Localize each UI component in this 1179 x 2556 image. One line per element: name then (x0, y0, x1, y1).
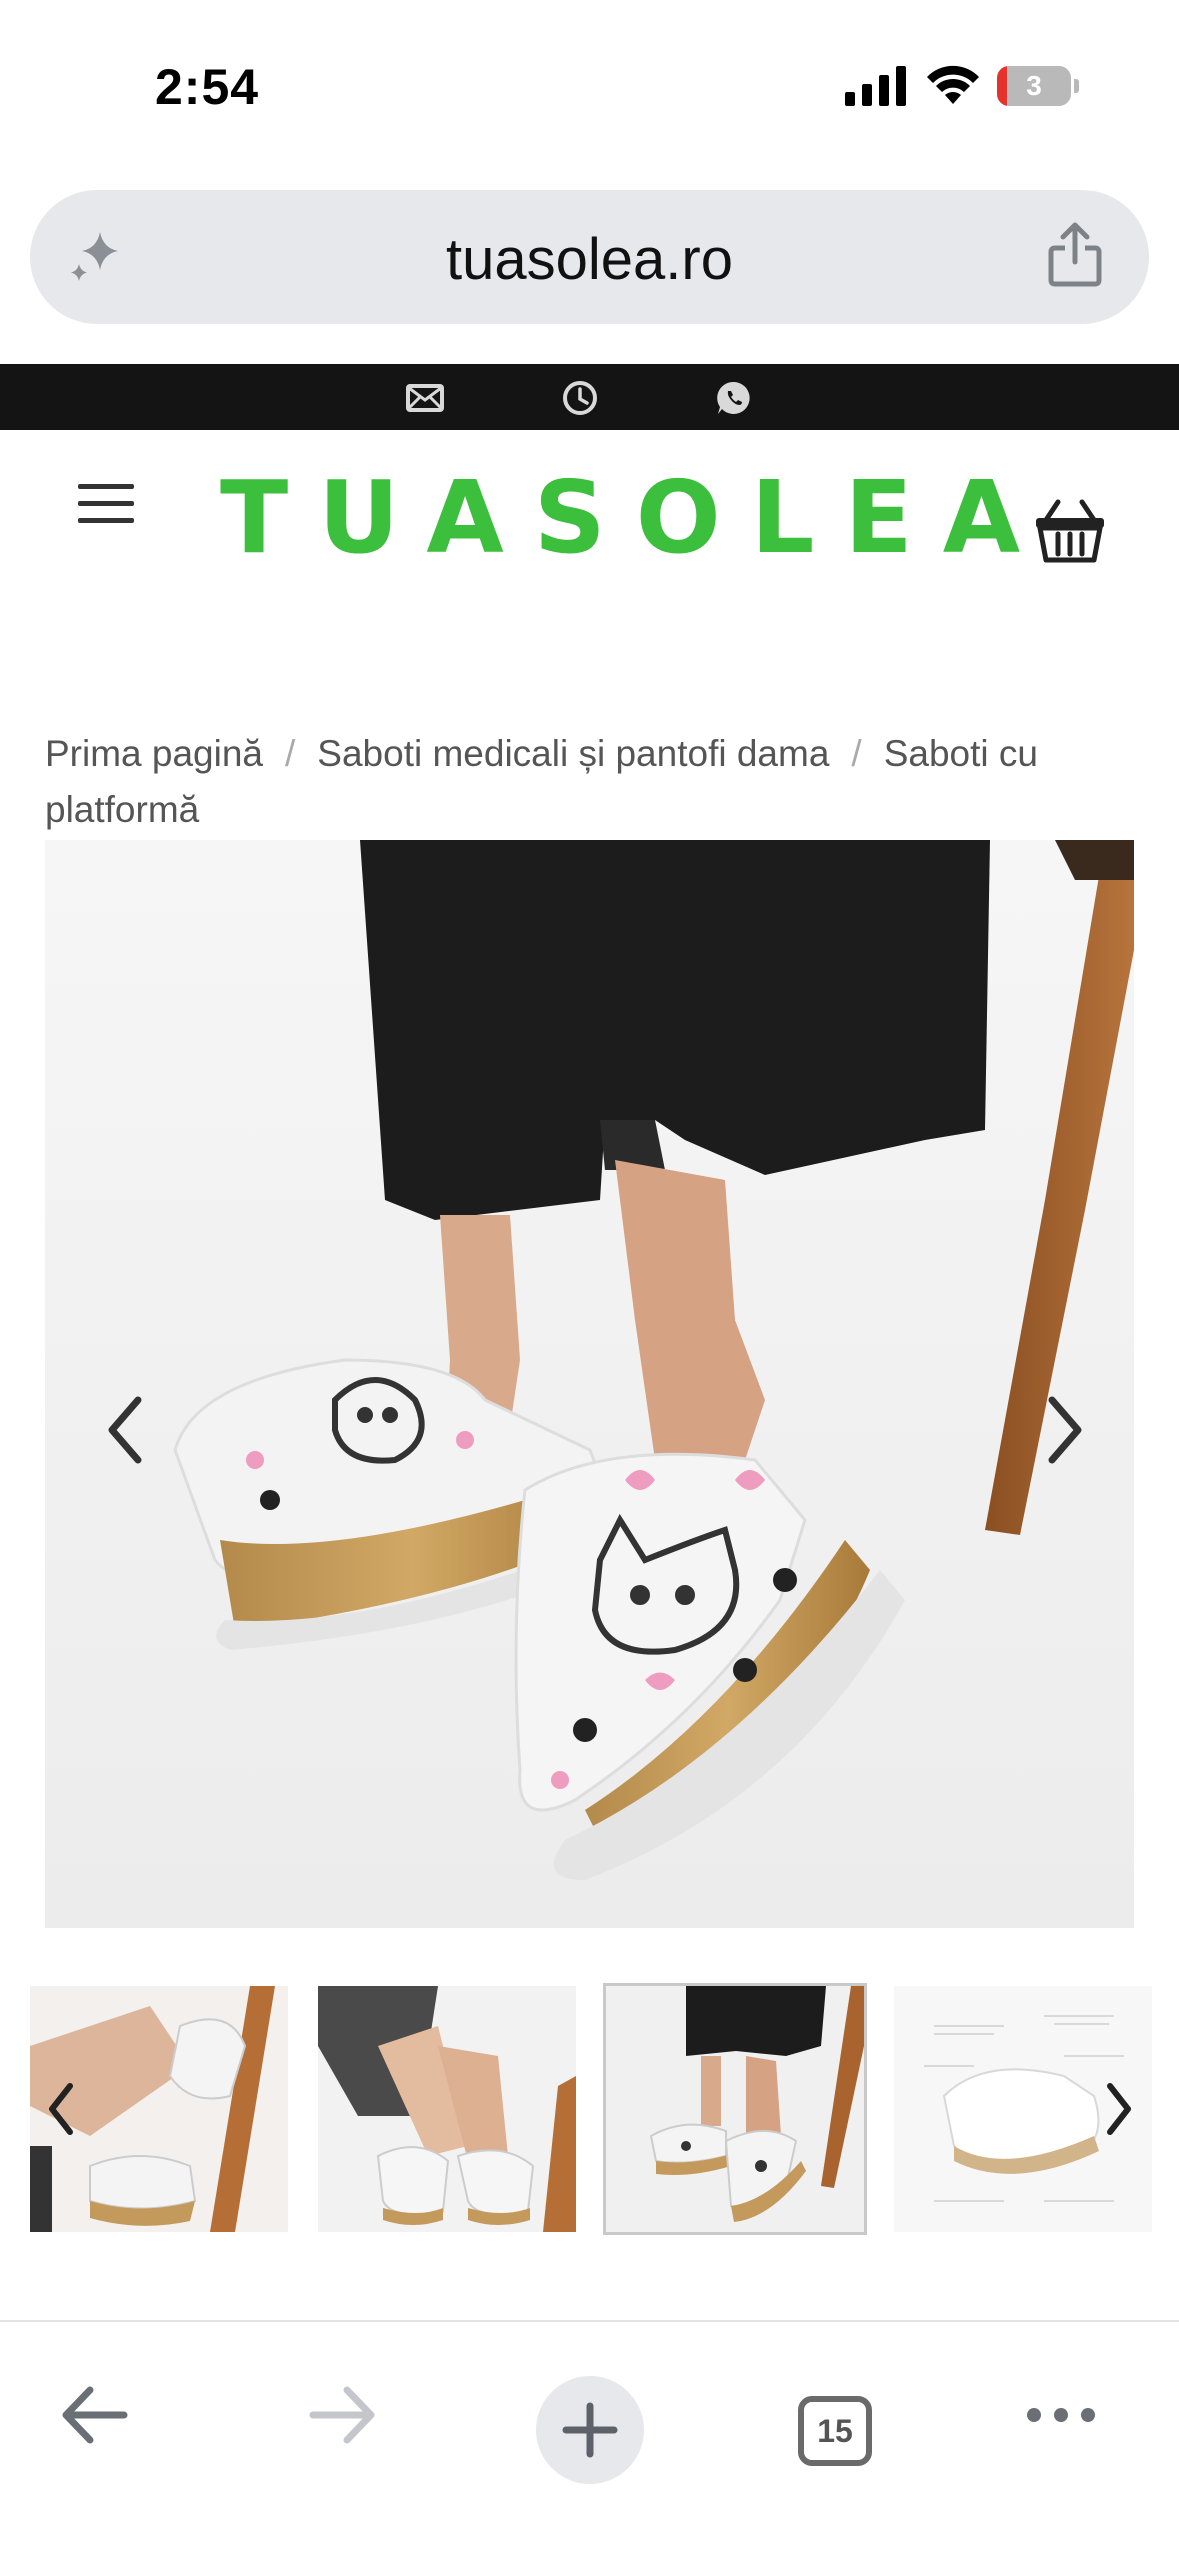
chevron-left-icon[interactable] (36, 2074, 86, 2144)
chevron-left-icon[interactable] (90, 1385, 160, 1475)
battery-level: 3 (1026, 70, 1042, 101)
product-photo (45, 840, 1134, 1928)
browser-toolbar: 15 (0, 2320, 1179, 2556)
thumbnail-strip (30, 1983, 1152, 2235)
more-icon[interactable] (1024, 2380, 1098, 2450)
thumbnail-2[interactable] (318, 1986, 576, 2232)
envelope-icon[interactable] (406, 380, 444, 416)
thumbnail-3[interactable] (603, 1983, 867, 2235)
clock-icon[interactable] (561, 380, 599, 416)
cellular-signal-icon (845, 66, 906, 106)
battery-icon: 3 (997, 66, 1079, 106)
back-arrow-icon[interactable] (58, 2380, 132, 2450)
breadcrumb-item-category[interactable]: Saboti medicali și pantofi dama (317, 733, 829, 774)
thumbnail-4[interactable] (894, 1986, 1152, 2232)
product-main-image[interactable] (45, 840, 1134, 1928)
plus-icon (562, 2402, 618, 2458)
whatsapp-icon[interactable] (715, 380, 753, 416)
basket-icon[interactable] (1034, 498, 1106, 564)
breadcrumb: Prima pagină / Saboti medicali și pantofi … (45, 726, 1145, 838)
chevron-right-icon[interactable] (1030, 1385, 1100, 1475)
breadcrumb-separator: / (285, 733, 296, 774)
tabs-icon[interactable]: 15 (798, 2396, 872, 2466)
forward-arrow-icon[interactable] (305, 2380, 379, 2450)
status-bar: 2:54 3 (0, 0, 1179, 180)
address-bar[interactable]: tuasolea.ro (30, 190, 1149, 324)
new-tab-button[interactable] (536, 2376, 644, 2484)
wifi-icon (927, 65, 979, 104)
share-icon[interactable] (1045, 220, 1105, 290)
thumbnail-1[interactable] (30, 1986, 288, 2232)
breadcrumb-item-home[interactable]: Prima pagină (45, 733, 263, 774)
breadcrumb-separator: / (851, 733, 862, 774)
site-logo[interactable]: TUASOLEA (220, 458, 1020, 578)
contact-bar (0, 364, 1179, 430)
status-time: 2:54 (155, 59, 260, 115)
url-text[interactable]: tuasolea.ro (30, 226, 1149, 293)
menu-icon[interactable] (78, 484, 134, 524)
chevron-right-icon[interactable] (1094, 2074, 1144, 2144)
